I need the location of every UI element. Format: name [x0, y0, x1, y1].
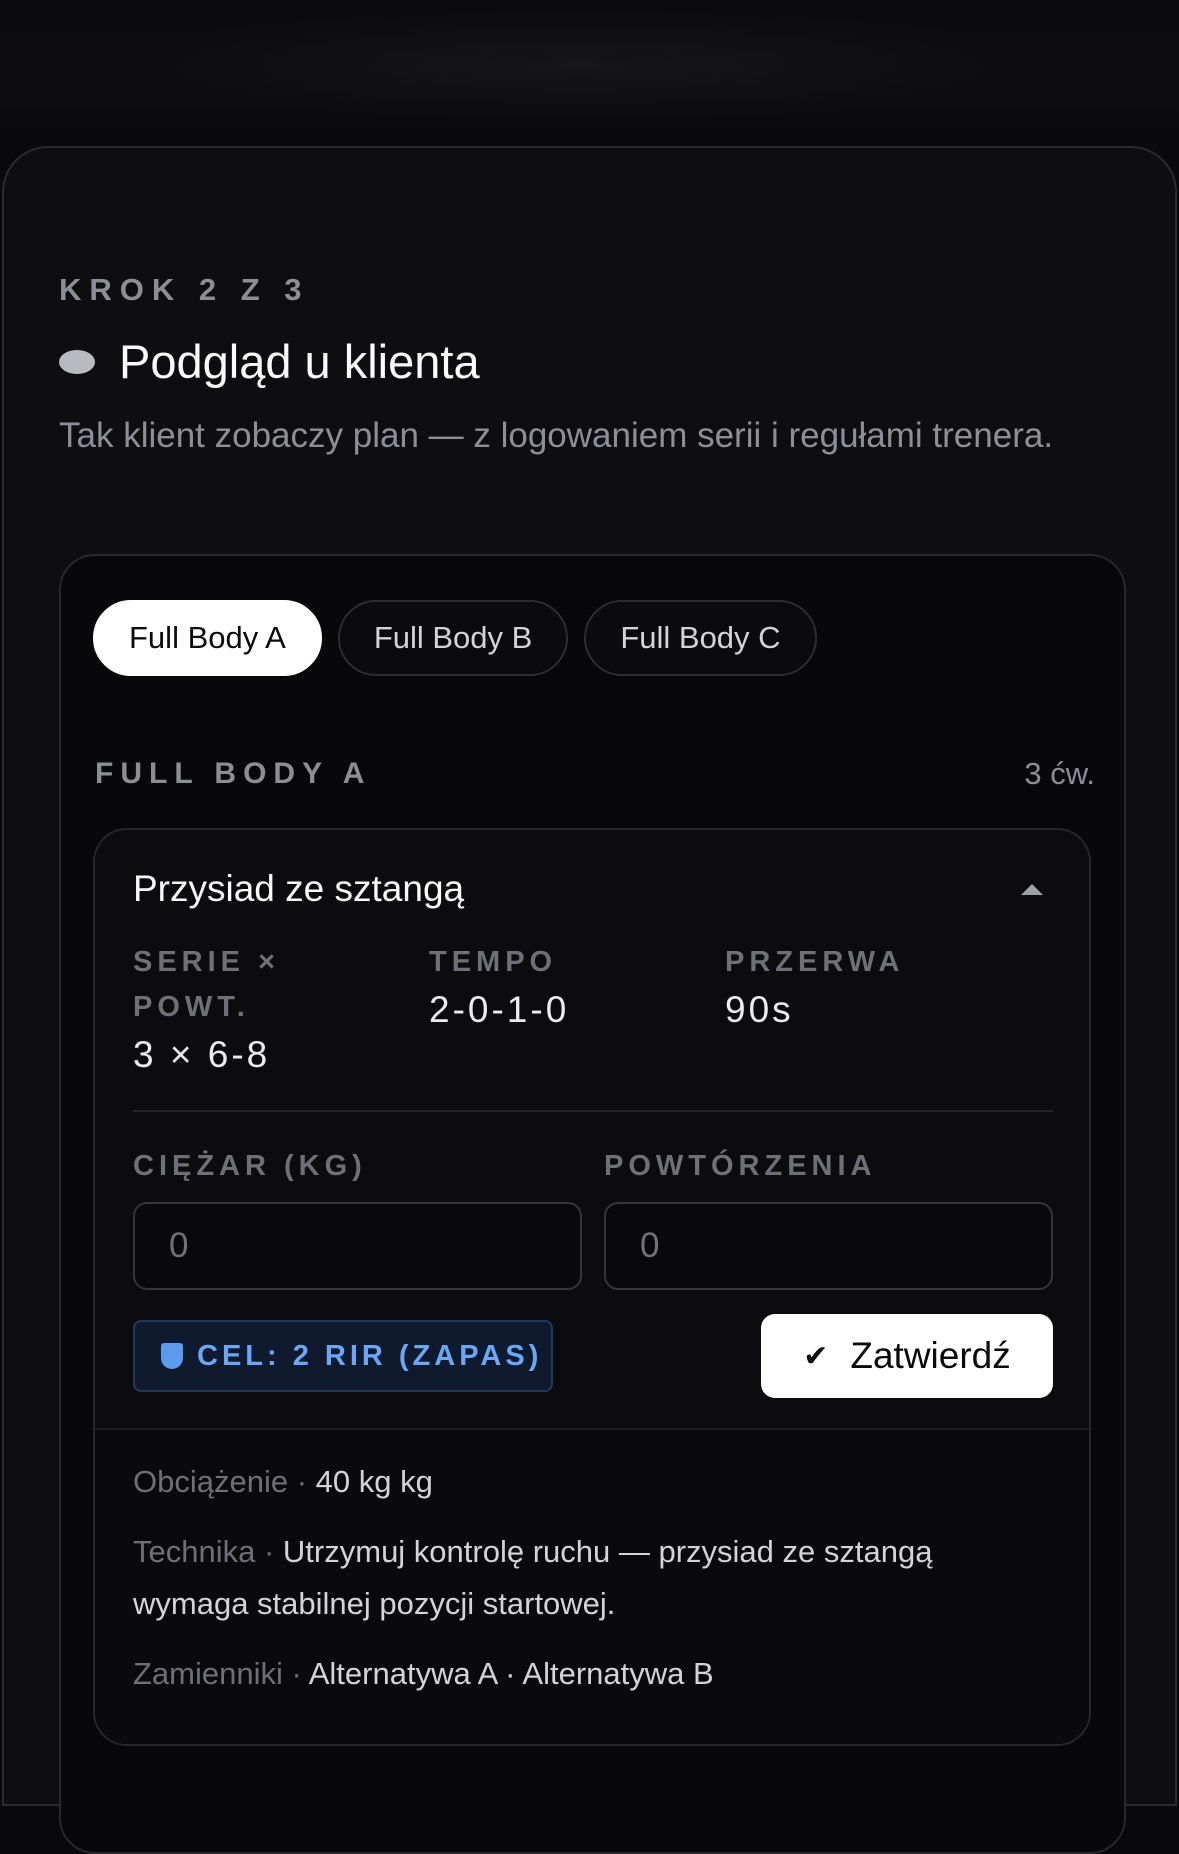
- reps-input[interactable]: [604, 1202, 1053, 1290]
- weight-label: CIĘŻAR (KG): [133, 1150, 367, 1182]
- target-rir-text: CEL: 2 RIR (ZAPAS): [197, 1339, 543, 1372]
- stat-rest: PRZERWA 90s: [725, 940, 1021, 1080]
- exercise-details: Obciążenie · 40 kg kg Technika · Utrzymu…: [95, 1428, 1089, 1744]
- detail-key: Obciążenie: [133, 1464, 289, 1499]
- tab-full-body-c[interactable]: Full Body C: [584, 600, 817, 676]
- page-title: Podgląd u klienta: [119, 335, 480, 388]
- confirm-label: Zatwierdź: [850, 1335, 1011, 1376]
- exercise-count: 3 ćw.: [1024, 756, 1095, 791]
- stat-label: PRZERWA: [725, 946, 905, 978]
- workout-tabs: Full Body A Full Body B Full Body C: [93, 600, 817, 676]
- log-inputs: [133, 1202, 1053, 1290]
- target-rir-badge: CEL: 2 RIR (ZAPAS): [133, 1320, 553, 1392]
- stat-sets-reps: SERIE × POWT. 3 × 6-8: [133, 940, 429, 1080]
- title-row: Podgląd u klienta: [59, 334, 480, 389]
- confirm-button[interactable]: ✔ Zatwierdź: [761, 1314, 1053, 1398]
- exercise-card: Przysiad ze sztangą SERIE × POWT. 3 × 6-…: [93, 828, 1091, 1746]
- client-preview-panel: Full Body A Full Body B Full Body C FULL…: [59, 554, 1126, 1854]
- preview-sheet: KROK 2 Z 3 Podgląd u klienta Tak klient …: [2, 146, 1177, 1854]
- check-icon: ✔: [803, 1338, 829, 1374]
- detail-value: Alternatywa A · Alternatywa B: [308, 1656, 714, 1691]
- day-header: FULL BODY A 3 ćw.: [95, 756, 1095, 792]
- tab-full-body-b[interactable]: Full Body B: [337, 600, 569, 676]
- day-title: FULL BODY A: [95, 757, 372, 790]
- detail-load: Obciążenie · 40 kg kg: [133, 1464, 433, 1499]
- divider: [133, 1110, 1053, 1112]
- exercise-header[interactable]: Przysiad ze sztangą: [133, 868, 1053, 910]
- eye-icon: [59, 349, 95, 374]
- detail-key: Technika: [133, 1534, 256, 1569]
- exercise-stats: SERIE × POWT. 3 × 6-8 TEMPO 2-0-1-0 PRZE…: [133, 940, 1053, 1080]
- stat-label: SERIE × POWT.: [133, 946, 281, 1023]
- chevron-up-icon[interactable]: [1021, 883, 1043, 895]
- page-subtitle: Tak klient zobaczy plan — z logowaniem s…: [59, 416, 1054, 455]
- stat-tempo: TEMPO 2-0-1-0: [429, 940, 725, 1080]
- stat-label: TEMPO: [429, 946, 558, 978]
- background-overlay: [0, 0, 1179, 160]
- exercise-name: Przysiad ze sztangą: [133, 868, 465, 909]
- stat-value: 90s: [725, 989, 794, 1030]
- tab-full-body-a[interactable]: Full Body A: [93, 600, 322, 676]
- stat-value: 3 × 6-8: [133, 1034, 271, 1075]
- step-indicator: KROK 2 Z 3: [59, 272, 310, 307]
- detail-key: Zamienniki: [133, 1656, 283, 1691]
- shield-icon: [161, 1343, 183, 1369]
- detail-technique: Technika · Utrzymuj kontrolę ruchu — prz…: [133, 1534, 933, 1621]
- detail-alternatives: Zamienniki · Alternatywa A · Alternatywa…: [133, 1656, 714, 1691]
- log-field-labels: CIĘŻAR (KG) POWTÓRZENIA: [133, 1150, 1053, 1183]
- stat-value: 2-0-1-0: [429, 989, 570, 1030]
- weight-input[interactable]: [133, 1202, 582, 1290]
- reps-label: POWTÓRZENIA: [604, 1150, 877, 1182]
- detail-value: 40 kg kg: [315, 1464, 433, 1499]
